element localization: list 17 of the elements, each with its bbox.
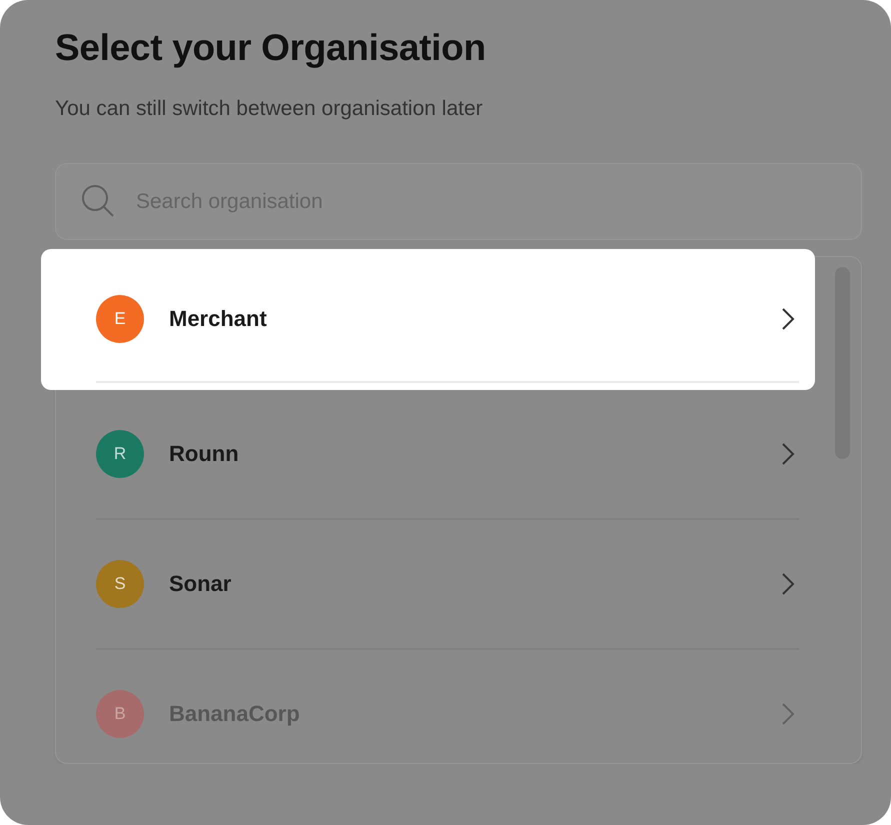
avatar: R xyxy=(96,430,144,478)
avatar: E xyxy=(96,295,144,343)
organisation-row[interactable]: E Merchant xyxy=(41,249,815,390)
chevron-right-icon xyxy=(781,442,795,466)
chevron-right-icon xyxy=(781,702,795,726)
chevron-right-icon xyxy=(781,307,795,331)
search-icon xyxy=(81,184,115,218)
dialog-subtitle: You can still switch between organisation later xyxy=(55,96,484,122)
avatar: S xyxy=(96,560,144,608)
organisation-name: Sonar xyxy=(169,571,232,597)
avatar: B xyxy=(96,690,144,738)
organisation-name: Rounn xyxy=(169,441,240,467)
organisation-row[interactable]: R Rounn xyxy=(56,390,815,520)
dialog-title: Select your Organisation xyxy=(55,26,487,70)
organisation-row[interactable]: S Sonar xyxy=(56,520,815,650)
chevron-right-icon xyxy=(781,572,795,596)
organisation-name: Merchant xyxy=(169,306,268,332)
